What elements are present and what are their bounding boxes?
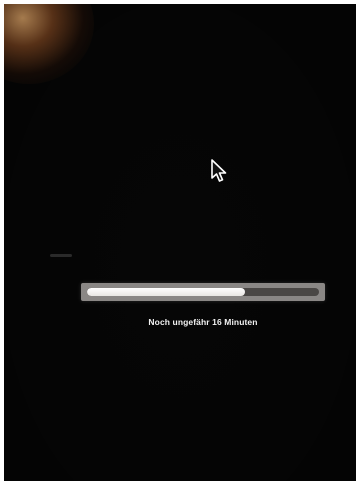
progress-bar-track <box>87 288 319 296</box>
screen-smudge <box>50 254 72 257</box>
time-remaining-label: Noch ungefähr 16 Minuten <box>148 317 258 327</box>
screen-photo: Noch ungefähr 16 Minuten <box>4 4 356 481</box>
vignette <box>4 4 356 481</box>
progress-bar <box>81 283 325 301</box>
arrow-pointer-icon <box>211 159 227 182</box>
progress-bar-fill <box>87 288 245 296</box>
